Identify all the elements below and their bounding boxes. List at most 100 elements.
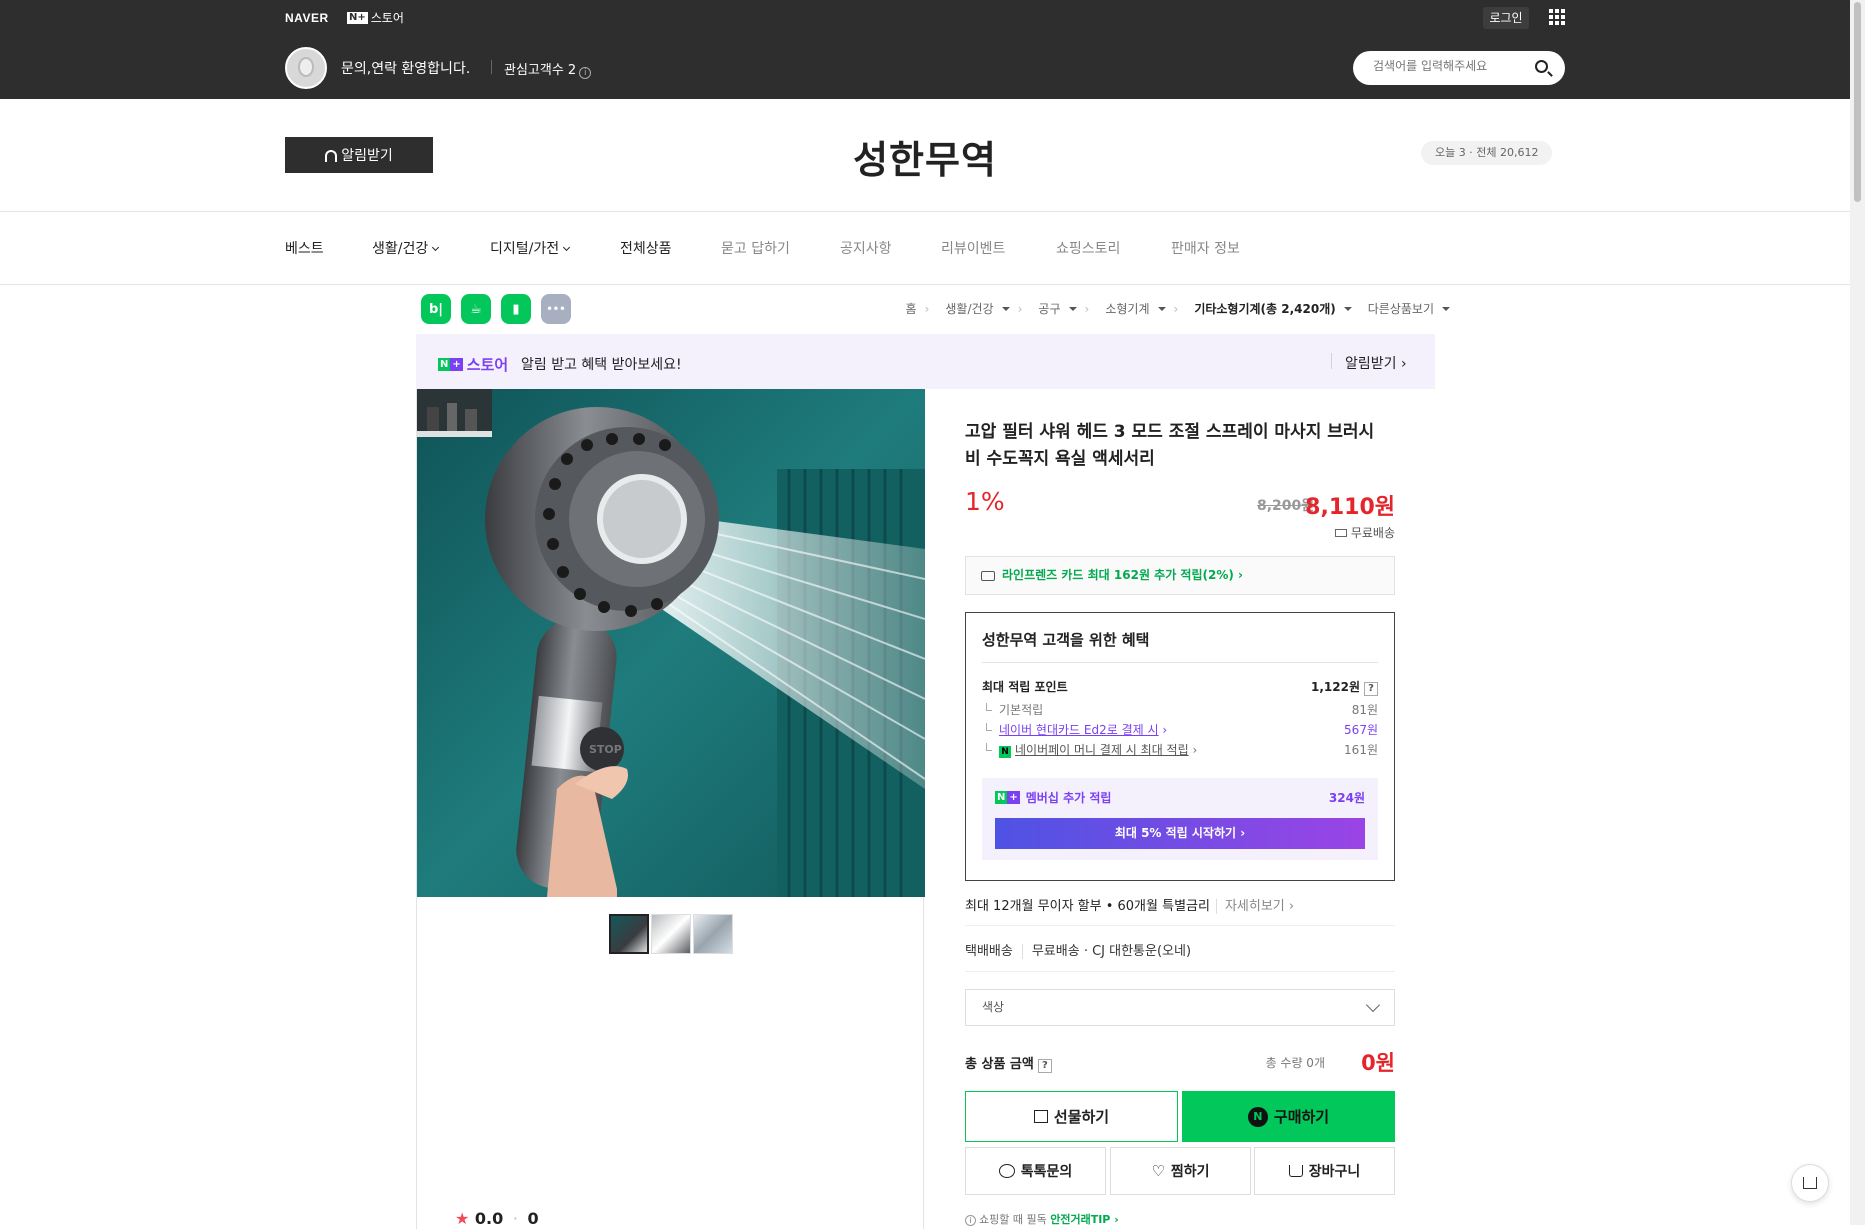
cart-button[interactable]: 장바구니 xyxy=(1254,1147,1395,1195)
share-icon xyxy=(1803,1177,1817,1189)
cafe-share-icon[interactable]: ☕ xyxy=(461,294,491,324)
nav-item-shopping-story[interactable]: 쇼핑스토리 xyxy=(1056,238,1120,258)
membership-banner[interactable]: N + 스토어 알림 받고 혜택 받아보세요! 알림받기 › xyxy=(416,334,1435,389)
nav-item-notice[interactable]: 공지사항 xyxy=(840,238,892,258)
thumbnail-strip xyxy=(609,914,735,954)
nav-item-living-health[interactable]: 생활/건강 xyxy=(372,238,440,258)
npay-point-row: N 네이버페이 머니 결제 시 최대 적립 › 161원 xyxy=(982,741,1378,758)
npay-logo-icon: N xyxy=(1247,1106,1268,1127)
gift-button[interactable]: 선물하기 xyxy=(965,1091,1178,1142)
help-icon[interactable]: ? xyxy=(1037,1059,1052,1073)
max-point-value: 1,122원 xyxy=(1311,680,1360,694)
discount-rate: 1% xyxy=(965,487,1005,516)
breadcrumb-current-category[interactable]: 기타소형기계(총 2,420개) xyxy=(1186,300,1352,317)
nav-item-qna[interactable]: 묻고 답하기 xyxy=(721,238,790,258)
chevron-down-icon xyxy=(1365,997,1381,1013)
max-point-row: 최대 적립 포인트 1,122원? xyxy=(982,678,1378,696)
free-shipping: 무료배송 xyxy=(1334,524,1395,541)
npay-money-link[interactable]: 네이버페이 머니 결제 시 최대 적립 xyxy=(1015,743,1189,757)
divider xyxy=(1331,353,1332,369)
naverpay-icon: N xyxy=(999,746,1011,758)
breadcrumb-home[interactable]: 홈 xyxy=(906,300,917,317)
nav-item-all-products[interactable]: 전체상품 xyxy=(620,238,672,258)
customer-benefit-box: 성한무역 고객을 위한 혜택 최대 적립 포인트 1,122원? 기본적립 81… xyxy=(965,612,1395,881)
store-title[interactable]: 성한무역 xyxy=(0,129,1850,184)
gift-icon xyxy=(1033,1110,1048,1123)
store-avatar[interactable] xyxy=(285,47,327,89)
breadcrumb-living-health[interactable]: 생활/건강 xyxy=(937,300,1010,317)
breadcrumb-tools[interactable]: 공구 xyxy=(1030,300,1077,317)
bookmark-share-icon[interactable]: ▮ xyxy=(501,294,531,324)
product-main-image[interactable]: STOP xyxy=(417,389,925,897)
naver-logo[interactable]: NAVER xyxy=(285,11,329,25)
hyundai-card-link[interactable]: 네이버 현대카드 Ed2로 결제 시 xyxy=(999,723,1159,737)
interest-count: 관심고객수 2i xyxy=(504,59,592,79)
installment-info: 최대 12개월 무이자 할부 • 60개월 특별금리 자세히보기 › xyxy=(965,899,1295,914)
thumbnail-3[interactable] xyxy=(693,914,733,954)
search-input[interactable] xyxy=(1373,59,1533,73)
thumbnail-1[interactable] xyxy=(609,914,649,954)
card-point-row: 네이버 현대카드 Ed2로 결제 시 › 567원 xyxy=(982,721,1378,738)
product-title: 고압 필터 샤워 헤드 3 모드 조절 스프레이 마사지 브러시 비 수도꼭지 … xyxy=(965,422,1375,469)
benefit-title: 성한무역 고객을 위한 혜택 xyxy=(982,631,1150,649)
color-option-select[interactable]: 색상 xyxy=(965,989,1395,1026)
store-greeting: 문의,연락 환영합니다. xyxy=(341,61,471,77)
membership-start-button[interactable]: 최대 5% 적립 시작하기 › xyxy=(995,818,1365,849)
nplus-store-banner-logo: N + 스토어 xyxy=(438,356,509,374)
share-float-button[interactable] xyxy=(1791,1164,1829,1202)
total-label: 총 상품 금액? xyxy=(965,1053,1052,1073)
rating-score: 0.0 xyxy=(474,1209,504,1228)
star-icon: ★ xyxy=(455,1209,470,1228)
total-amount: 0원 xyxy=(1361,1051,1395,1075)
page-scrollbar[interactable] xyxy=(1850,0,1865,1225)
login-button[interactable]: 로그인 xyxy=(1483,7,1529,29)
membership-label: N + 멤버십 추가 적립 xyxy=(995,791,1112,805)
shower-head-illustration: STOP xyxy=(417,389,925,897)
divider xyxy=(491,60,492,74)
more-share-icon[interactable]: ••• xyxy=(541,294,571,324)
nplus-icon: N+ xyxy=(347,11,368,24)
safe-trade-tip-link[interactable]: 안전거래TIP › xyxy=(1050,1213,1119,1226)
banner-alarm-link[interactable]: 알림받기 › xyxy=(1345,353,1407,373)
nav-item-digital[interactable]: 디지털/가전 xyxy=(490,238,571,258)
sale-price: 8,110원 xyxy=(1305,495,1395,520)
banner-message: 알림 받고 혜택 받아보세요! xyxy=(521,357,682,373)
apps-grid-icon[interactable] xyxy=(1549,9,1565,25)
nav-item-seller-info[interactable]: 판매자 정보 xyxy=(1171,238,1240,258)
product-image-column: STOP ★ 0.0 · 0 xyxy=(416,389,925,1229)
info-icon[interactable]: i xyxy=(579,67,592,79)
total-quantity: 총 수량 0개 xyxy=(1265,1056,1325,1070)
breadcrumb-other-products[interactable]: 다른상품보기 xyxy=(1360,300,1450,317)
n-icon: N xyxy=(438,358,451,371)
review-count: 0 xyxy=(527,1209,539,1228)
talk-inquiry-button[interactable]: 톡톡문의 xyxy=(965,1147,1106,1195)
visitor-count: 오늘 3 · 전체 20,612 xyxy=(1421,141,1553,165)
buy-button[interactable]: N 구매하기 xyxy=(1182,1091,1395,1142)
stop-button-label: STOP xyxy=(589,743,622,756)
delivery-info: 택배배송 무료배송 · CJ 대한통운(오네) xyxy=(965,944,1192,959)
global-header: NAVER N+ 스토어 로그인 문의,연락 환영합니다. 관심고객수 2i xyxy=(0,0,1850,99)
chat-icon xyxy=(998,1164,1015,1178)
credit-card-icon xyxy=(981,571,995,581)
search-box xyxy=(1353,51,1565,85)
store-header: 알림받기 성한무역 오늘 3 · 전체 20,612 xyxy=(0,99,1850,212)
blog-share-icon[interactable]: b| xyxy=(421,294,451,324)
rating-summary[interactable]: ★ 0.0 · 0 xyxy=(455,1209,539,1228)
basic-point-row: 기본적립 81원 xyxy=(982,701,1378,718)
membership-value: 324원 xyxy=(1328,791,1365,805)
nav-item-best[interactable]: 베스트 xyxy=(285,238,324,258)
nav-item-review-event[interactable]: 리뷰이벤트 xyxy=(941,238,1005,258)
breadcrumb-small-machines[interactable]: 소형기계 xyxy=(1097,300,1166,317)
truck-icon xyxy=(1334,529,1347,537)
breadcrumb: 홈 › 생활/건강 › 공구 › 소형기계 › 기타소형기계(총 2,420개)… xyxy=(898,300,1450,317)
nplus-store-logo[interactable]: N+ 스토어 xyxy=(347,9,404,26)
help-icon[interactable]: ? xyxy=(1364,682,1378,696)
card-benefit-link[interactable]: 라인프렌즈 카드 최대 162원 추가 적립(2%) › xyxy=(965,556,1395,595)
search-icon[interactable] xyxy=(1535,60,1548,73)
installment-more-link[interactable]: 자세히보기 › xyxy=(1215,899,1295,914)
wish-button[interactable]: ♡ 찜하기 xyxy=(1110,1147,1251,1195)
chevron-down-icon xyxy=(432,243,440,252)
thumbnail-2[interactable] xyxy=(651,914,691,954)
chevron-down-icon xyxy=(563,243,571,252)
nplus-store-label: 스토어 xyxy=(370,11,404,25)
